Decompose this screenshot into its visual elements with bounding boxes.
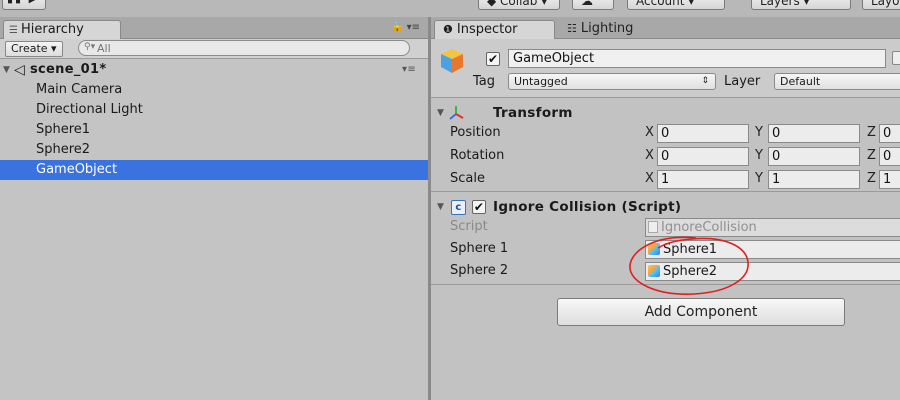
axis-z-label: Z [867,171,876,186]
axis-x-label: X [645,125,654,140]
hierarchy-item[interactable]: Sphere2 [0,140,428,160]
create-dropdown[interactable]: Create ▾ [5,41,63,57]
search-icon: ⚲▾ [84,42,96,52]
axis-x-label: X [645,171,654,186]
transform-header[interactable]: ▼ Transform [431,102,900,124]
layers-dropdown[interactable]: Layers ▾ [751,0,851,10]
info-icon: ❶ [443,23,453,36]
tab-inspector[interactable]: ❶ Inspector [434,20,555,39]
unity-scene-icon: ◁ [14,62,26,78]
expand-arrow-icon[interactable]: ▼ [3,60,10,80]
collab-button[interactable]: ◆ Collab ▾ [478,0,560,10]
list-icon: ☰ [9,25,18,36]
tab-hierarchy[interactable]: ☰ Hierarchy [3,20,121,39]
layer-dropdown[interactable]: Default [774,73,900,90]
static-checkbox[interactable] [892,51,900,65]
sphere-1-object-field[interactable]: Sphere1 [645,240,900,259]
script-file-icon [648,221,658,233]
object-field-value: Sphere2 [663,264,718,279]
transform-position-y-field[interactable] [768,124,860,143]
tag-dropdown[interactable]: Untagged ⇕ [508,73,716,90]
axis-y-label: Y [755,171,763,186]
tab-lighting[interactable]: ☷ Lighting [559,20,659,39]
account-dropdown[interactable]: Account ▾ [627,0,725,10]
lighting-icon: ☷ [567,22,577,35]
inspector-tab-bar: ❶ Inspector ☷ Lighting [431,17,900,39]
inspector-tab-label: Inspector [456,22,518,37]
transform-scale-x-field[interactable] [657,170,749,189]
transform-position-x-field[interactable] [657,124,749,143]
layout-dropdown[interactable]: Layo [862,0,900,10]
gameobject-header: ✔ Tag Untagged ⇕ Layer Default [431,39,900,98]
object-field-value: Sphere1 [663,242,718,257]
hierarchy-tab-bar: ☰ Hierarchy 🔒 ▾≡ [0,17,428,39]
transform-title: Transform [493,105,573,121]
tag-value: Untagged [514,75,568,88]
gameobject-cube-icon [441,49,463,73]
cloud-button[interactable]: ☁ [572,0,614,10]
script-reference-field: IgnoreCollision [645,218,900,237]
active-checkbox[interactable]: ✔ [486,52,500,66]
sphere-2-object-field[interactable]: Sphere2 [645,262,900,281]
play-pause-buttons[interactable]: ▮▮ ▶ [2,0,46,10]
script-component-title: Ignore Collision (Script) [493,199,682,215]
axis-x-label: X [645,148,654,163]
hierarchy-item[interactable]: GameObject [0,160,428,180]
scene-menu-icon[interactable]: ▾≡ [402,60,416,80]
add-component-button[interactable]: Add Component [557,298,845,326]
top-toolbar: ▮▮ ▶ ◆ Collab ▾ ☁ Account ▾ Layers ▾ Lay… [0,0,900,17]
transform-scale-z-field[interactable] [879,170,900,189]
transform-scale-y-field[interactable] [768,170,860,189]
sphere-2-label: Sphere 2 [450,263,509,278]
axis-y-label: Y [755,148,763,163]
script-reference-value: IgnoreCollision [661,220,757,235]
hierarchy-item[interactable]: Directional Light [0,100,428,120]
transform-rotation-x-field[interactable] [657,147,749,166]
gameobject-cube-icon [648,243,660,255]
transform-axes-icon [449,106,464,120]
script-label: Script [450,219,488,234]
hierarchy-toolbar: Create ▾ ⚲▾ [0,39,428,59]
gameobject-name-field[interactable] [508,49,886,68]
axis-y-label: Y [755,125,763,140]
axis-z-label: Z [867,148,876,163]
scene-name: scene_01* [30,62,107,77]
collapse-arrow-icon[interactable]: ▼ [437,196,444,218]
transform-position-label: Position [450,125,501,140]
transform-position-z-field[interactable] [879,124,900,143]
transform-rotation-label: Rotation [450,148,505,163]
hierarchy-search-input[interactable] [78,40,410,56]
hierarchy-item[interactable]: Main Camera [0,80,428,100]
layer-value: Default [780,75,821,88]
tag-label: Tag [473,74,496,89]
transform-rotation-z-field[interactable] [879,147,900,166]
transform-rotation-y-field[interactable] [768,147,860,166]
hierarchy-tab-label: Hierarchy [20,22,84,37]
panel-menu-icon[interactable]: 🔒 ▾≡ [391,22,420,33]
lighting-tab-label: Lighting [580,21,634,36]
component-divider [431,191,900,192]
csharp-script-icon: c [451,200,466,215]
layer-label: Layer [724,74,761,89]
script-component-header[interactable]: ▼ c ✔ Ignore Collision (Script) [431,196,900,218]
axis-z-label: Z [867,125,876,140]
transform-scale-label: Scale [450,171,485,186]
script-enabled-checkbox[interactable]: ✔ [472,200,486,214]
chevron-updown-icon: ⇕ [701,76,709,86]
scene-row[interactable]: ▼ ◁ scene_01* ▾≡ [0,60,428,80]
collapse-arrow-icon[interactable]: ▼ [437,102,444,124]
hierarchy-list: ▼ ◁ scene_01* ▾≡ Main Camera Directional … [0,59,428,400]
sphere-1-label: Sphere 1 [450,241,509,256]
inspector-panel: ✔ Tag Untagged ⇕ Layer Default ▼ Transfo… [431,39,900,400]
gameobject-cube-icon [648,265,660,277]
component-divider [431,284,900,285]
hierarchy-item[interactable]: Sphere1 [0,120,428,140]
